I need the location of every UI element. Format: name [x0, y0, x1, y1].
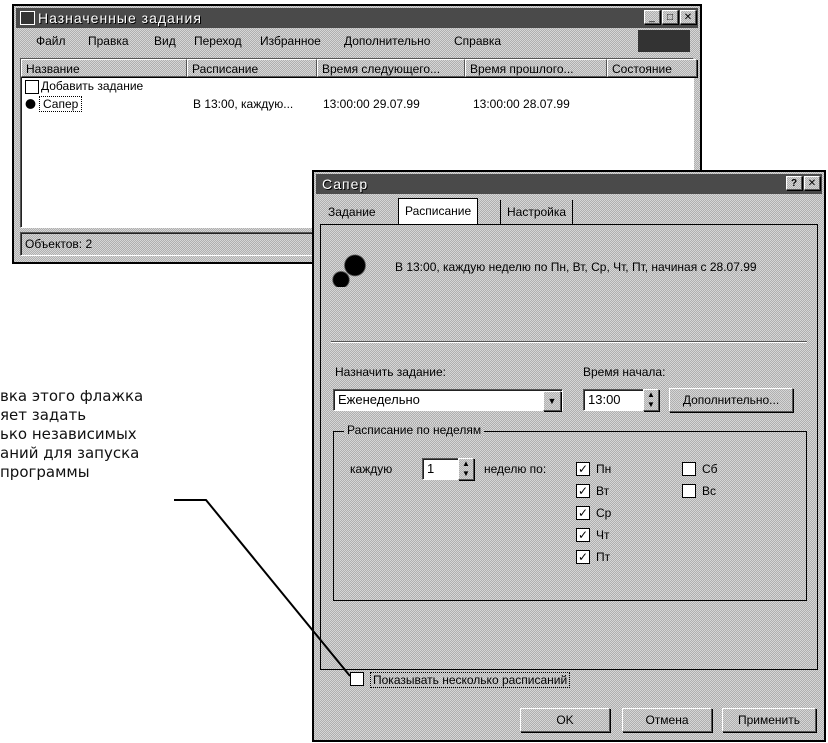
callout-leader-line	[174, 499, 351, 677]
leader-line	[174, 499, 351, 677]
